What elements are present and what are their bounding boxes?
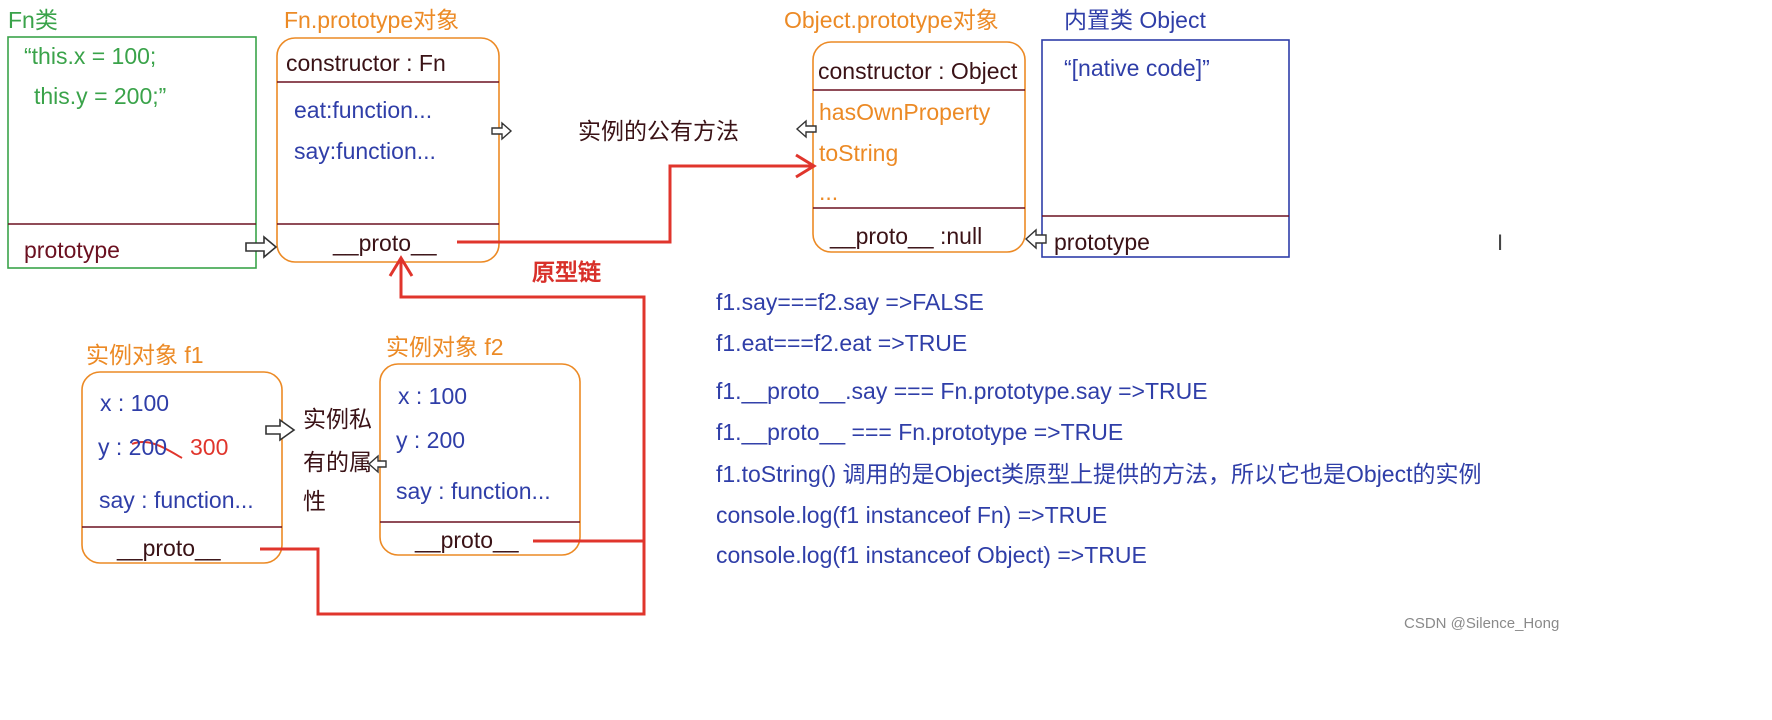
prototype-chain-label: 原型链 — [532, 259, 601, 285]
instance-f2-x: x : 100 — [398, 383, 468, 409]
note-line-7: console.log(f1 instanceof Object) =>TRUE — [716, 542, 1147, 568]
instance-f1-say: say : function... — [99, 487, 254, 513]
note-line-1: f1.say===f2.say =>FALSE — [716, 289, 984, 315]
fn-prototype-proto: __proto__ — [333, 230, 437, 256]
note-line-2: f1.eat===f2.eat =>TRUE — [716, 330, 968, 356]
object-prototype-constructor: constructor : Object — [818, 58, 1018, 84]
instance-f1-y: y : 200 — [98, 434, 168, 460]
instance-f2-proto: __proto__ — [415, 527, 519, 553]
instance-f1-x: x : 100 — [100, 390, 170, 416]
object-prototype-method-hasownproperty: hasOwnProperty — [819, 99, 991, 125]
chain-line-fn-to-object — [457, 164, 812, 244]
instance-f1-proto: __proto__ — [117, 535, 221, 561]
builtin-object-prototype: prototype — [1054, 229, 1150, 255]
private-label-line-2: 有的属 — [303, 449, 372, 475]
object-prototype-method-tostring: toString — [819, 140, 899, 166]
instance-f2-y: y : 200 — [396, 427, 466, 453]
note-line-6: console.log(f1 instanceof Fn) =>TRUE — [716, 502, 1108, 528]
hollow-arrow-icon — [245, 235, 278, 259]
object-prototype-title: Object.prototype对象 — [784, 7, 999, 33]
note-line-5: f1.toString() 调用的是Object类原型上提供的方法，所以它也是O… — [716, 461, 1482, 487]
fn-class-body-line-2: this.y = 200;” — [34, 83, 167, 109]
instance-f2-title: 实例对象 f2 — [386, 334, 504, 360]
instance-f1-y-new: 300 — [190, 434, 229, 460]
text-cursor-icon: I — [1497, 230, 1504, 255]
instance-f2-say: say : function... — [396, 478, 551, 504]
public-methods-label: 实例的公有方法 — [578, 118, 739, 144]
fn-prototype-method-eat: eat:function... — [294, 97, 433, 123]
instance-f1-title: 实例对象 f1 — [86, 342, 204, 368]
fn-class-box — [7, 36, 257, 269]
fn-prototype-title: Fn.prototype对象 — [284, 7, 460, 33]
note-line-3: f1.__proto__.say === Fn.prototype.say =>… — [716, 378, 1208, 404]
builtin-object-title: 内置类 Object — [1064, 7, 1206, 33]
private-label-line-3: 性 — [303, 488, 326, 514]
hollow-arrow-icon — [491, 121, 513, 141]
private-label-line-1: 实例私 — [303, 406, 372, 432]
object-prototype-method-ellipsis: ... — [819, 179, 839, 205]
builtin-object-body: “[native code]” — [1064, 55, 1210, 81]
hollow-arrow-icon — [265, 418, 296, 442]
fn-prototype-constructor: constructor : Fn — [286, 50, 446, 76]
fn-class-prototype: prototype — [24, 237, 120, 263]
fn-class-title: Fn类 — [8, 7, 58, 33]
object-prototype-proto: __proto__ :null — [830, 223, 983, 249]
note-line-4: f1.__proto__ === Fn.prototype =>TRUE — [716, 419, 1124, 445]
hollow-arrow-icon — [1024, 228, 1047, 250]
fn-class-body-line-1: “this.x = 100; — [24, 43, 157, 69]
fn-prototype-method-say: say:function... — [294, 138, 436, 164]
watermark: CSDN @Silence_Hong — [1404, 615, 1560, 632]
